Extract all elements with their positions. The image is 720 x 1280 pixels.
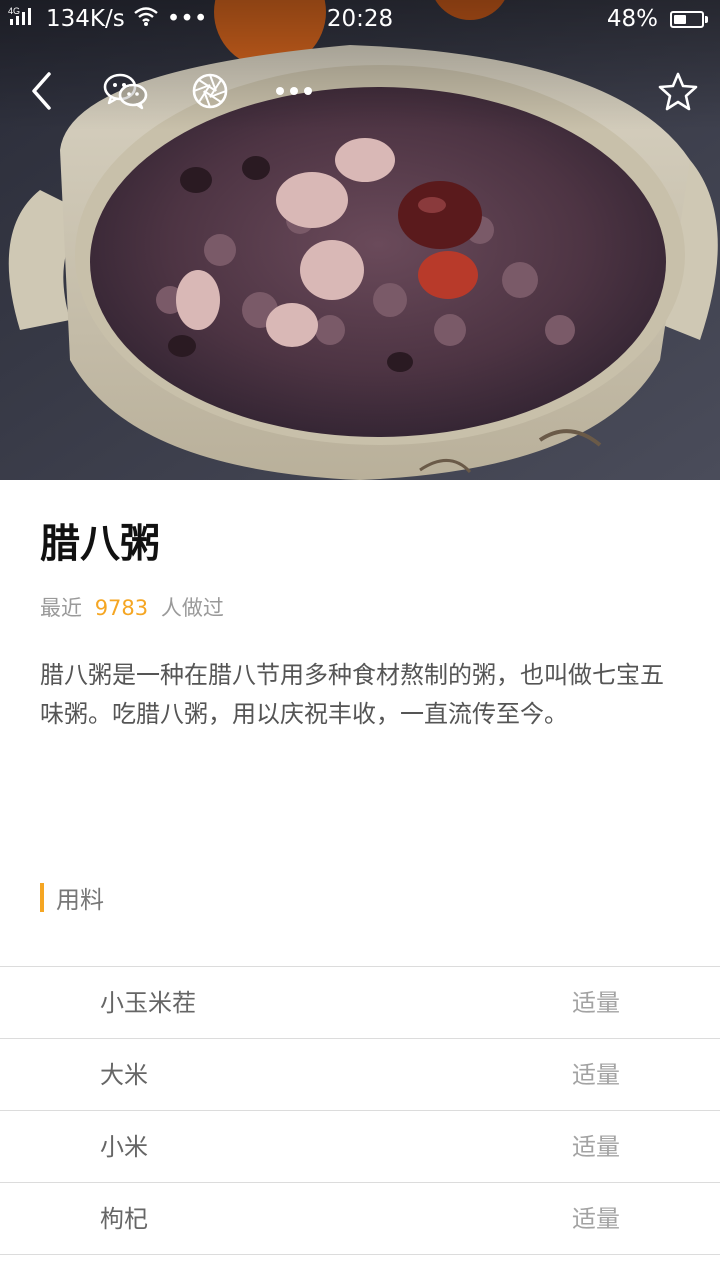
battery-percent: 48% (606, 6, 658, 32)
more-options-button[interactable] (270, 68, 318, 114)
back-button[interactable] (22, 68, 62, 114)
ingredient-row[interactable]: 大米 适量 (0, 1039, 720, 1111)
made-count: 9783 (94, 596, 149, 620)
share-wechat-button[interactable] (100, 68, 152, 114)
ingredient-amount: 适量 (572, 1205, 620, 1233)
battery-level-fill (674, 14, 686, 24)
ingredients-list: 小玉米茬 适量 大米 适量 小米 适量 枸杞 适量 (0, 966, 720, 1255)
ingredient-amount: 适量 (572, 989, 620, 1017)
ingredient-amount: 适量 (572, 1061, 620, 1089)
ingredient-name: 小米 (100, 1133, 148, 1161)
ingredient-name: 大米 (100, 1061, 148, 1089)
ingredients-label: 用料 (56, 885, 104, 914)
made-count-line: 最近 9783 人做过 (40, 594, 224, 622)
ingredient-amount: 适量 (572, 1133, 620, 1161)
made-suffix: 人做过 (160, 596, 224, 620)
status-bar: 4G 134K/s ••• 20:28 48% (0, 0, 720, 38)
wechat-icon (103, 73, 148, 110)
recipe-title: 腊八粥 (40, 521, 160, 567)
ingredient-name: 枸杞 (100, 1205, 148, 1233)
made-prefix: 最近 (40, 596, 82, 620)
status-bar-right: 48% (606, 4, 708, 34)
battery-icon (670, 10, 708, 28)
ingredient-name: 小玉米茬 (100, 989, 196, 1017)
star-outline-icon (658, 72, 698, 111)
more-dots-icon (276, 87, 312, 95)
share-moments-button[interactable] (188, 68, 232, 114)
shutter-icon (192, 73, 228, 109)
ingredients-header: 用料 (40, 882, 104, 914)
ingredient-row[interactable]: 枸杞 适量 (0, 1183, 720, 1255)
section-accent-bar (40, 882, 44, 912)
ingredient-row[interactable]: 小玉米茬 适量 (0, 967, 720, 1039)
recipe-description: 腊八粥是一种在腊八节用多种食材熬制的粥，也叫做七宝五味粥。吃腊八粥，用以庆祝丰收… (40, 661, 664, 728)
ingredient-row[interactable]: 小米 适量 (0, 1111, 720, 1183)
chevron-left-icon (32, 72, 51, 110)
favorite-button[interactable] (656, 68, 700, 114)
